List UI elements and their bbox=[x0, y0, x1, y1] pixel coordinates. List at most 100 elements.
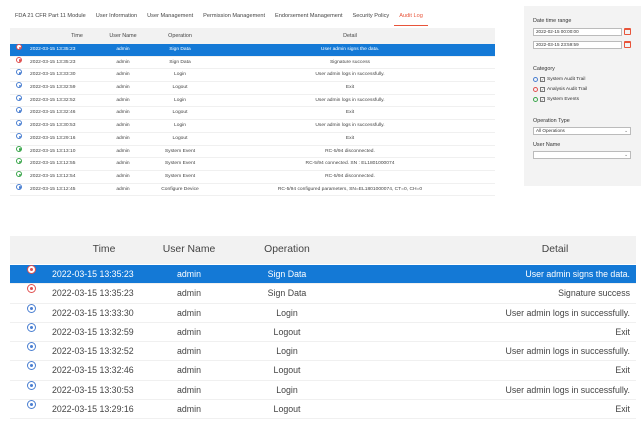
row-detail: Signature success bbox=[330, 59, 370, 65]
checkbox-checked-icon[interactable]: ✓ bbox=[540, 96, 545, 102]
user-name-label: User Name bbox=[533, 142, 561, 148]
row-user-name: admin bbox=[177, 269, 201, 279]
user-name-select[interactable]: ⌄ bbox=[533, 151, 631, 159]
header-user-name[interactable]: User Name bbox=[154, 236, 224, 264]
tab-security-policy[interactable]: Security Policy bbox=[348, 6, 395, 26]
table-row[interactable]: 2022-03-15 13:12:55 admin System Event RC-5… bbox=[10, 158, 495, 171]
blue-status-icon bbox=[16, 69, 22, 76]
category-label: Category bbox=[533, 66, 555, 72]
tab-audit-log[interactable]: Audit Log bbox=[394, 6, 428, 26]
header-detail[interactable]: Detail bbox=[480, 236, 630, 264]
tab-fda-module[interactable]: FDA 21 CFR Part 11 Module bbox=[10, 6, 91, 26]
blue-status-icon bbox=[27, 400, 36, 410]
row-user-name: admin bbox=[116, 59, 130, 65]
zoomed-table-header: Time User Name Operation Detail bbox=[10, 236, 636, 264]
table-row[interactable]: 2022-03-15 13:35:23 admin Sign Data Signatu… bbox=[10, 56, 495, 70]
table-row[interactable]: 2022-03-15 13:32:59 admin Logout Exit bbox=[10, 82, 495, 95]
filter-panel: Date time range 2022-02-15 00:00:00 2022… bbox=[524, 6, 641, 186]
row-time: 2022-03-15 13:32:52 bbox=[30, 97, 76, 103]
blue-dot-icon bbox=[533, 76, 538, 82]
row-operation: Login bbox=[174, 97, 186, 103]
row-user-name: admin bbox=[116, 148, 130, 154]
row-user-name: admin bbox=[116, 135, 130, 141]
green-status-icon bbox=[16, 170, 22, 177]
checkbox-checked-icon[interactable]: ✓ bbox=[540, 86, 545, 92]
row-operation: Login bbox=[174, 72, 186, 78]
category-analysis-audit-trail[interactable]: ✓ Analysis Audit Trail bbox=[533, 85, 587, 93]
table-row[interactable]: 2022-03-15 13:13:10 admin System Event RC-5… bbox=[10, 145, 495, 159]
green-dot-icon bbox=[533, 96, 538, 102]
blue-status-icon bbox=[27, 303, 36, 313]
row-operation: Sign Data bbox=[267, 269, 307, 279]
row-operation: Logout bbox=[273, 404, 301, 415]
row-detail: RC-5/94 configured parameters, SN=EL1801… bbox=[277, 186, 423, 192]
table-row[interactable]: 2022-03-15 13:35:23 admin Sign Data User ad… bbox=[10, 44, 495, 57]
row-user-name: admin bbox=[177, 307, 201, 318]
row-operation: Logout bbox=[273, 365, 301, 376]
row-user-name: admin bbox=[116, 85, 130, 91]
row-time: 2022-03-15 13:33:30 bbox=[30, 72, 76, 78]
table-row[interactable]: 2022-03-15 13:35:23 admin Sign Data User ad… bbox=[10, 265, 636, 285]
tab-permission-management[interactable]: Permission Management bbox=[198, 6, 270, 26]
blue-status-icon bbox=[16, 183, 22, 190]
operation-type-label: Operation Type bbox=[533, 118, 570, 124]
row-user-name: admin bbox=[116, 123, 130, 129]
row-user-name: admin bbox=[116, 173, 130, 179]
row-user-name: admin bbox=[177, 384, 201, 395]
row-detail: RC-5/94 connected. SN : EL1801000074 bbox=[305, 161, 395, 167]
header-time[interactable]: Time bbox=[52, 28, 102, 44]
table-row[interactable]: 2022-03-15 13:29:16 admin Logout Exit bbox=[10, 400, 636, 420]
calendar-icon[interactable] bbox=[624, 28, 631, 35]
header-detail[interactable]: Detail bbox=[210, 28, 490, 44]
row-operation: Login bbox=[276, 384, 298, 395]
row-detail: User admin logs in successfully. bbox=[505, 307, 630, 318]
blue-status-icon bbox=[16, 107, 22, 114]
header-operation[interactable]: Operation bbox=[153, 28, 207, 44]
start-date-field[interactable]: 2022-02-15 00:00:00 bbox=[533, 28, 622, 36]
row-operation: System Event bbox=[164, 161, 196, 167]
table-row[interactable]: 2022-03-15 13:35:23 admin Sign Data Signatu… bbox=[10, 284, 636, 304]
row-operation: System Event bbox=[164, 173, 196, 179]
tab-user-information[interactable]: User Information bbox=[91, 6, 142, 26]
table-row[interactable]: 2022-03-15 13:32:46 admin Logout Exit bbox=[10, 107, 495, 121]
table-row[interactable]: 2022-03-15 13:29:16 admin Logout Exit bbox=[10, 132, 495, 146]
red-status-icon bbox=[16, 44, 22, 50]
table-row[interactable]: 2022-03-15 13:32:52 admin Login User admin … bbox=[10, 94, 495, 108]
table-row[interactable]: 2022-03-15 13:32:46 admin Logout Exit bbox=[10, 361, 636, 381]
row-detail: Exit bbox=[345, 85, 355, 91]
row-user-name: admin bbox=[116, 97, 130, 103]
row-time: 2022-03-15 13:35:23 bbox=[30, 47, 76, 52]
tab-endorsement-management[interactable]: Endorsement Management bbox=[270, 6, 347, 26]
operation-type-select[interactable]: All Operations ⌄ bbox=[533, 127, 631, 135]
end-date-field[interactable]: 2022-03-15 23:59:59 bbox=[533, 41, 622, 49]
table-row[interactable]: 2022-03-15 13:30:53 admin Login User admin … bbox=[10, 380, 636, 401]
table-row[interactable]: 2022-03-15 13:33:30 admin Login User admin … bbox=[10, 69, 495, 83]
table-row[interactable]: 2022-03-15 13:12:45 admin Configure Device… bbox=[10, 183, 495, 197]
table-row[interactable]: 2022-03-15 13:32:52 admin Login User admin … bbox=[10, 342, 636, 362]
category-system-audit-trail[interactable]: ✓ System Audit Trail bbox=[533, 75, 585, 83]
row-detail: RC-5/94 disconnected. bbox=[325, 173, 375, 179]
row-operation: Login bbox=[276, 307, 298, 318]
row-time: 2022-03-15 13:12:54 bbox=[30, 173, 76, 179]
table-row[interactable]: 2022-03-15 13:32:59 admin Logout Exit bbox=[10, 322, 636, 343]
header-time[interactable]: Time bbox=[52, 236, 156, 264]
header-operation[interactable]: Operation bbox=[242, 236, 332, 264]
red-status-icon bbox=[16, 56, 22, 63]
calendar-icon[interactable] bbox=[624, 41, 631, 48]
row-detail: User admin signs the data. bbox=[320, 47, 380, 52]
tab-user-management[interactable]: User Management bbox=[142, 6, 198, 26]
row-time: 2022-03-15 13:30:53 bbox=[30, 123, 76, 129]
row-user-name: admin bbox=[177, 288, 201, 299]
checkbox-checked-icon[interactable]: ✓ bbox=[540, 76, 545, 82]
category-system-events[interactable]: ✓ System Events bbox=[533, 95, 579, 103]
row-detail: User admin logs in successfully. bbox=[315, 72, 385, 78]
chevron-down-icon: ⌄ bbox=[624, 152, 628, 157]
row-operation: Sign Data bbox=[169, 47, 191, 52]
row-user-name: admin bbox=[177, 346, 201, 357]
table-row[interactable]: 2022-03-15 13:33:30 admin Login User admin … bbox=[10, 303, 636, 323]
header-user-name[interactable]: User Name bbox=[105, 28, 141, 44]
table-row[interactable]: 2022-03-15 13:30:53 admin Login User admin … bbox=[10, 120, 495, 133]
blue-status-icon bbox=[27, 380, 36, 390]
table-row[interactable]: 2022-03-15 13:12:54 admin System Event RC-5… bbox=[10, 170, 495, 184]
green-status-icon bbox=[16, 145, 22, 152]
